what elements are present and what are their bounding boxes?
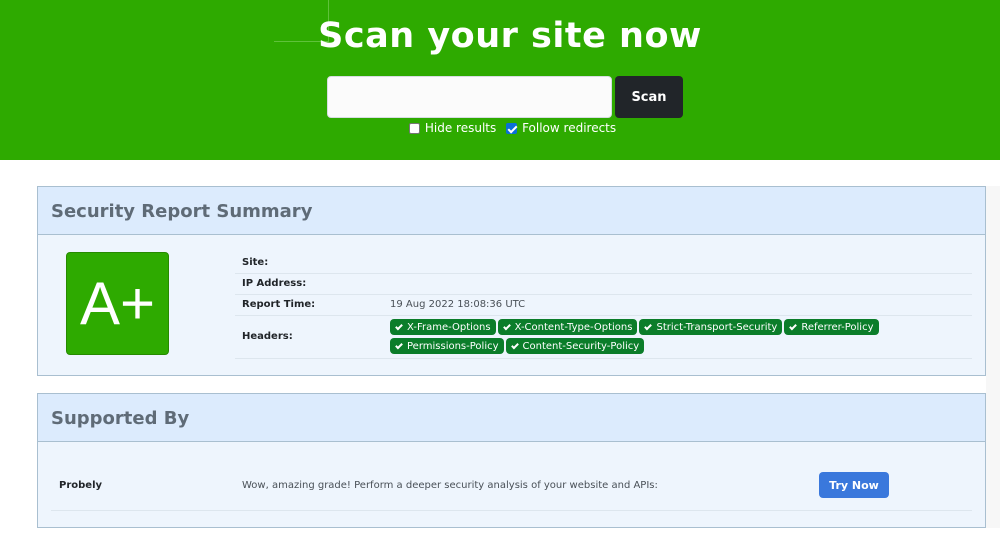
header-badge[interactable]: X-Content-Type-Options (497, 319, 638, 335)
header-badge[interactable]: X-Frame-Options (390, 319, 496, 335)
site-label: Site: (242, 257, 269, 268)
scan-button[interactable]: Scan (615, 76, 683, 118)
check-icon (644, 322, 653, 330)
report-time-value: 19 Aug 2022 18:08:36 UTC (390, 299, 526, 310)
header-badge[interactable]: Referrer-Policy (784, 319, 879, 335)
follow-redirects-checkbox[interactable] (506, 122, 518, 134)
try-now-button[interactable]: Try Now (819, 472, 889, 498)
scan-options: Hide results Follow redirects (0, 121, 1000, 137)
report-time-label: Report Time: (242, 299, 316, 310)
security-report-summary-card: Security Report Summary A+ Site: IP Addr… (37, 186, 986, 376)
scan-url-input[interactable] (327, 76, 612, 118)
check-icon (502, 322, 511, 330)
header-badge[interactable]: Content-Security-Policy (505, 338, 645, 354)
header-badge[interactable]: Permissions-Policy (390, 338, 504, 354)
sponsor-name: Probely (59, 480, 103, 491)
check-icon (395, 341, 403, 349)
check-icon (510, 341, 519, 349)
hero-banner: Scan your site now Scan Hide results Fol… (0, 0, 1000, 160)
summary-card-title: Security Report Summary (38, 187, 985, 235)
header-badge[interactable]: Strict-Transport-Security (639, 319, 783, 335)
grade-badge: A+ (66, 252, 169, 355)
follow-redirects-label: Follow redirects (522, 121, 617, 135)
headers-row: Headers: X-Frame-Options X-Content-Type-O… (235, 316, 972, 359)
report-time-row: Report Time: 19 Aug 2022 18:08:36 UTC (235, 295, 972, 316)
page-edge (986, 186, 1000, 528)
hide-results-option[interactable]: Hide results (408, 121, 497, 135)
sponsor-row: Probely Wow, amazing grade! Perform a de… (51, 452, 972, 511)
page-title: Scan your site now (318, 16, 702, 56)
check-icon (395, 322, 403, 330)
supported-by-title: Supported By (38, 394, 985, 442)
sponsor-message: Wow, amazing grade! Perform a deeper sec… (242, 480, 658, 491)
site-row: Site: (235, 253, 972, 274)
hide-results-label: Hide results (424, 121, 497, 135)
supported-by-card: Supported By Probely Wow, amazing grade!… (37, 393, 986, 528)
headers-list: X-Frame-Options X-Content-Type-Options Str… (390, 319, 950, 357)
follow-redirects-option[interactable]: Follow redirects (506, 121, 616, 135)
ip-address-label: IP Address: (242, 278, 307, 289)
ip-address-row: IP Address: (235, 274, 972, 295)
headers-label: Headers: (242, 331, 293, 342)
check-icon (789, 322, 798, 330)
hide-results-checkbox[interactable] (408, 122, 420, 134)
